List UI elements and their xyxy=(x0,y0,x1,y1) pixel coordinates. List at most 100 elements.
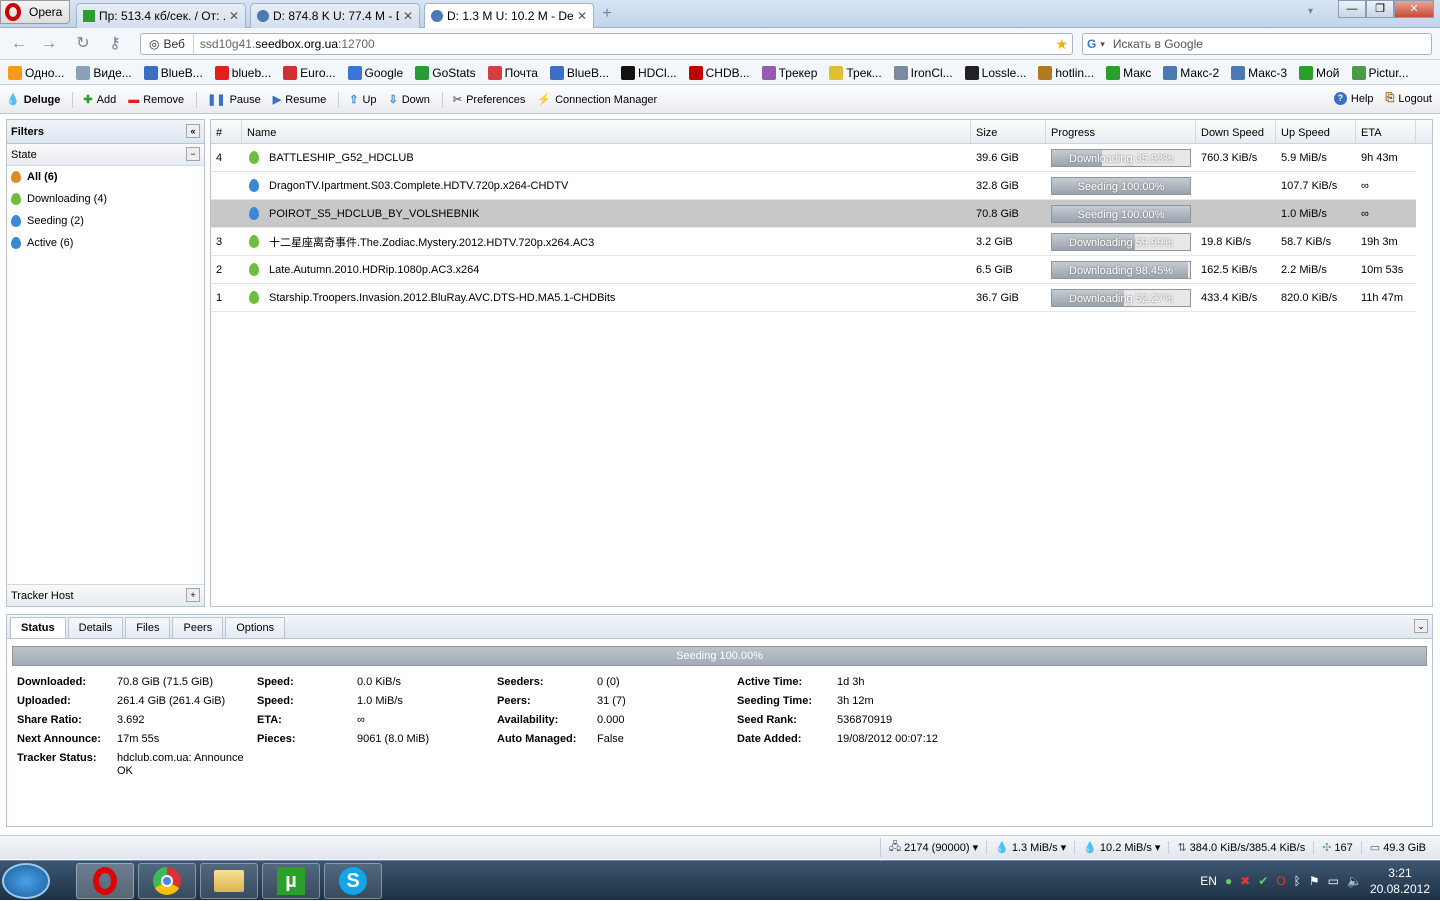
bookmark-item[interactable]: Почта xyxy=(487,65,538,80)
bookmark-item[interactable]: Одно... xyxy=(8,65,64,80)
column-header-up-speed[interactable]: Up Speed xyxy=(1276,120,1356,143)
torrent-row[interactable]: POIROT_S5_HDCLUB_BY_VOLSHEBNIK 70.8 GiB Se… xyxy=(211,200,1416,228)
clock[interactable]: 3:21 20.08.2012 xyxy=(1370,865,1430,897)
connections-status[interactable]: 🖧 2174 (90000) ▾ xyxy=(879,838,986,857)
volume-icon[interactable]: 🔈 xyxy=(1347,874,1362,888)
bluetooth-icon[interactable]: ᛒ xyxy=(1294,874,1301,888)
bookmark-item[interactable]: Макс xyxy=(1106,65,1151,80)
column-header-number[interactable]: # xyxy=(211,120,242,143)
reload-icon[interactable]: ↻ xyxy=(72,34,94,54)
bookmark-item[interactable]: Google xyxy=(347,65,403,80)
bookmark-item[interactable]: BlueB... xyxy=(549,65,609,80)
help-button[interactable]: ? Help xyxy=(1333,92,1374,105)
torrent-row[interactable]: 3 十二星座离奇事件.The.Zodiac.Mystery.2012.HDTV.7… xyxy=(211,228,1416,256)
column-header-eta[interactable]: ETA xyxy=(1356,120,1416,143)
key-icon[interactable]: ⚷ xyxy=(104,34,126,54)
tab-list-icon[interactable]: ▾ xyxy=(1308,6,1313,17)
collapse-down-icon[interactable]: ⌄ xyxy=(1414,619,1428,633)
connection-manager-button[interactable]: ⚡ Connection Manager xyxy=(537,93,657,107)
bookmark-item[interactable]: Виде... xyxy=(76,65,132,80)
state-filter-item[interactable]: Seeding (2) xyxy=(7,210,204,232)
browser-tab-1[interactable]: Пр: 513.4 кб/сек. / От: ... ✕ xyxy=(76,3,246,28)
state-filter-item[interactable]: Active (6) xyxy=(7,232,204,254)
forward-icon[interactable]: → xyxy=(38,34,60,54)
taskbar-skype[interactable]: S xyxy=(324,863,382,899)
column-header-size[interactable]: Size xyxy=(971,120,1046,143)
taskbar-opera[interactable] xyxy=(76,863,134,899)
torrent-row[interactable]: 2 Late.Autumn.2010.HDRip.1080p.AC3.x264 6.… xyxy=(211,256,1416,284)
bookmark-item[interactable]: Lossle... xyxy=(964,65,1026,80)
back-icon[interactable]: ← xyxy=(8,34,30,54)
opera-menu-button[interactable]: Opera xyxy=(0,0,70,24)
torrent-row[interactable]: DragonTV.Ipartment.S03.Complete.HDTV.720… xyxy=(211,172,1416,200)
state-filter-item[interactable]: All (6) xyxy=(7,166,204,188)
opera-tray-icon[interactable]: O xyxy=(1276,874,1285,888)
column-header-progress[interactable]: Progress xyxy=(1046,120,1196,143)
new-tab-button[interactable]: + xyxy=(598,5,616,23)
collapse-icon[interactable]: − xyxy=(186,147,200,161)
bookmark-item[interactable]: IronCl... xyxy=(893,65,953,80)
browser-tab-2[interactable]: D: 874.8 K U: 77.4 M - D... ✕ xyxy=(250,3,420,28)
resume-button[interactable]: ▶ Resume xyxy=(273,93,326,107)
minimize-button[interactable]: — xyxy=(1338,0,1366,18)
bookmark-item[interactable]: blueb... xyxy=(214,65,271,80)
bookmark-item[interactable]: GoStats xyxy=(415,65,476,80)
tray-icon[interactable]: ✖ xyxy=(1240,874,1250,888)
monitor-icon[interactable]: ▭ xyxy=(1328,874,1339,888)
column-header-name[interactable]: Name xyxy=(242,120,971,143)
tracker-host-header[interactable]: Tracker Host + xyxy=(7,584,204,606)
language-indicator[interactable]: EN xyxy=(1200,874,1217,888)
bookmark-item[interactable]: Euro... xyxy=(283,65,336,80)
tray-icon[interactable]: ● xyxy=(1225,874,1232,888)
close-icon[interactable]: ✕ xyxy=(403,9,413,23)
tab-files[interactable]: Files xyxy=(125,617,171,638)
tray-icon[interactable]: ✔ xyxy=(1258,874,1268,888)
download-speed-status[interactable]: 💧 1.3 MiB/s ▾ xyxy=(986,841,1074,854)
url-text[interactable]: ssd10g41.seedbox.org.ua:12700 xyxy=(194,37,375,51)
bookmark-item[interactable]: hotlin... xyxy=(1038,65,1094,80)
close-icon[interactable]: ✕ xyxy=(229,9,239,23)
tray-icon[interactable]: ⚑ xyxy=(1309,874,1320,888)
bookmark-item[interactable]: CHDB... xyxy=(688,65,750,80)
tab-options[interactable]: Options xyxy=(225,617,286,638)
tab-details[interactable]: Details xyxy=(67,617,124,638)
close-icon[interactable]: ✕ xyxy=(577,9,587,23)
pause-button[interactable]: ❚❚ Pause xyxy=(207,93,261,107)
up-button[interactable]: ⇧ Up xyxy=(349,93,376,107)
chevron-down-icon[interactable]: ▾ xyxy=(1100,39,1105,50)
torrent-row[interactable]: 1 Starship.Troopers.Invasion.2012.BluRay.… xyxy=(211,284,1416,312)
bookmark-item[interactable]: Трек... xyxy=(829,65,882,80)
bookmark-item[interactable]: Макс-3 xyxy=(1231,65,1287,80)
search-field[interactable]: G ▾ Искать в Google xyxy=(1082,33,1432,55)
state-section-header[interactable]: State − xyxy=(7,144,204,166)
bookmark-item[interactable]: Pictur... xyxy=(1351,65,1409,80)
column-header-down-speed[interactable]: Down Speed xyxy=(1196,120,1276,143)
close-window-button[interactable]: ✕ xyxy=(1394,0,1434,18)
start-button[interactable] xyxy=(2,863,50,899)
bookmark-item[interactable]: Макс-2 xyxy=(1163,65,1219,80)
upload-speed-status[interactable]: 💧 10.2 MiB/s ▾ xyxy=(1074,841,1168,854)
bookmark-item[interactable]: HDCl... xyxy=(620,65,677,80)
remove-button[interactable]: ▬ Remove xyxy=(128,94,184,106)
taskbar-utorrent[interactable]: µ xyxy=(262,863,320,899)
bookmark-item[interactable]: Трекер xyxy=(761,65,817,80)
add-button[interactable]: ✚ Add xyxy=(83,93,116,107)
browser-tab-3[interactable]: D: 1.3 M U: 10.2 M - Del... ✕ xyxy=(424,3,594,28)
bookmark-item[interactable]: Мой xyxy=(1299,65,1340,80)
preferences-button[interactable]: ✂ Preferences xyxy=(453,93,526,107)
taskbar-explorer[interactable] xyxy=(200,863,258,899)
collapse-left-icon[interactable]: « xyxy=(186,124,200,138)
taskbar-chrome[interactable] xyxy=(138,863,196,899)
logout-button[interactable]: ⎘ Logout xyxy=(1386,92,1432,105)
torrent-row[interactable]: 4 BATTLESHIP_G52_HDCLUB 39.6 GiB Downloadin… xyxy=(211,144,1416,172)
down-button[interactable]: ⇩ Down xyxy=(389,93,430,107)
tab-peers[interactable]: Peers xyxy=(172,617,224,638)
star-icon[interactable]: ★ xyxy=(1055,36,1068,53)
bookmark-item[interactable]: BlueB... xyxy=(143,65,203,80)
maximize-button[interactable]: ❐ xyxy=(1366,0,1394,18)
tab-status[interactable]: Status xyxy=(10,617,66,638)
expand-icon[interactable]: + xyxy=(186,588,200,602)
site-info-chip[interactable]: ◎ Веб xyxy=(141,34,194,54)
address-field[interactable]: ◎ Веб ssd10g41.seedbox.org.ua:12700 ★ xyxy=(140,33,1073,55)
state-filter-item[interactable]: Downloading (4) xyxy=(7,188,204,210)
